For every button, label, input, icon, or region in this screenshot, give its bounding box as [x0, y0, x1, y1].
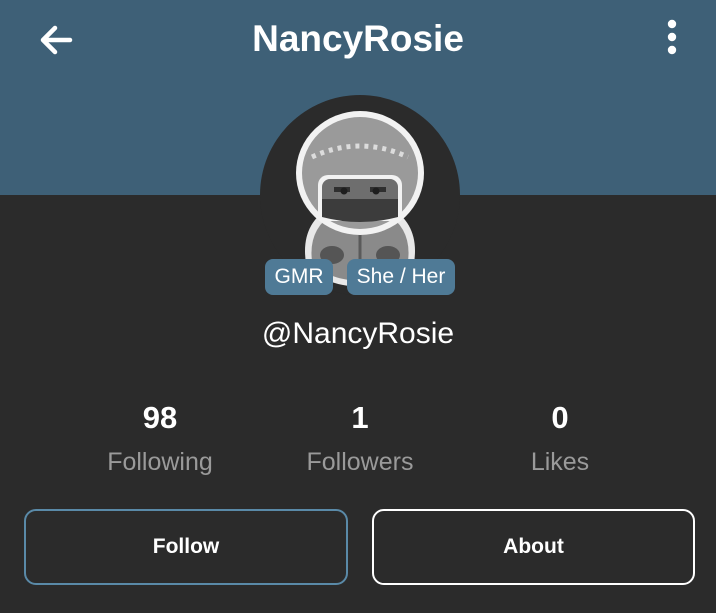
followers-label: Followers: [306, 448, 414, 476]
more-options-button[interactable]: [652, 18, 692, 58]
pronoun-badge[interactable]: She / Her: [347, 259, 455, 295]
likes-count: 0: [551, 400, 569, 435]
follow-button[interactable]: Follow: [24, 509, 348, 585]
following-count: 98: [142, 400, 178, 435]
more-vertical-icon: [667, 19, 677, 55]
stat-following[interactable]: 98 Following: [60, 395, 260, 483]
likes-label: Likes: [530, 448, 590, 476]
gmr-badge[interactable]: GMR: [265, 259, 333, 295]
stat-likes[interactable]: 0 Likes: [460, 395, 660, 483]
user-handle: @NancyRosie: [261, 317, 455, 350]
stat-followers[interactable]: 1 Followers: [260, 395, 460, 483]
following-label: Following: [107, 448, 213, 476]
followers-count: 1: [351, 400, 369, 435]
page-title: NancyRosie: [252, 18, 464, 59]
about-button[interactable]: About: [372, 509, 695, 585]
